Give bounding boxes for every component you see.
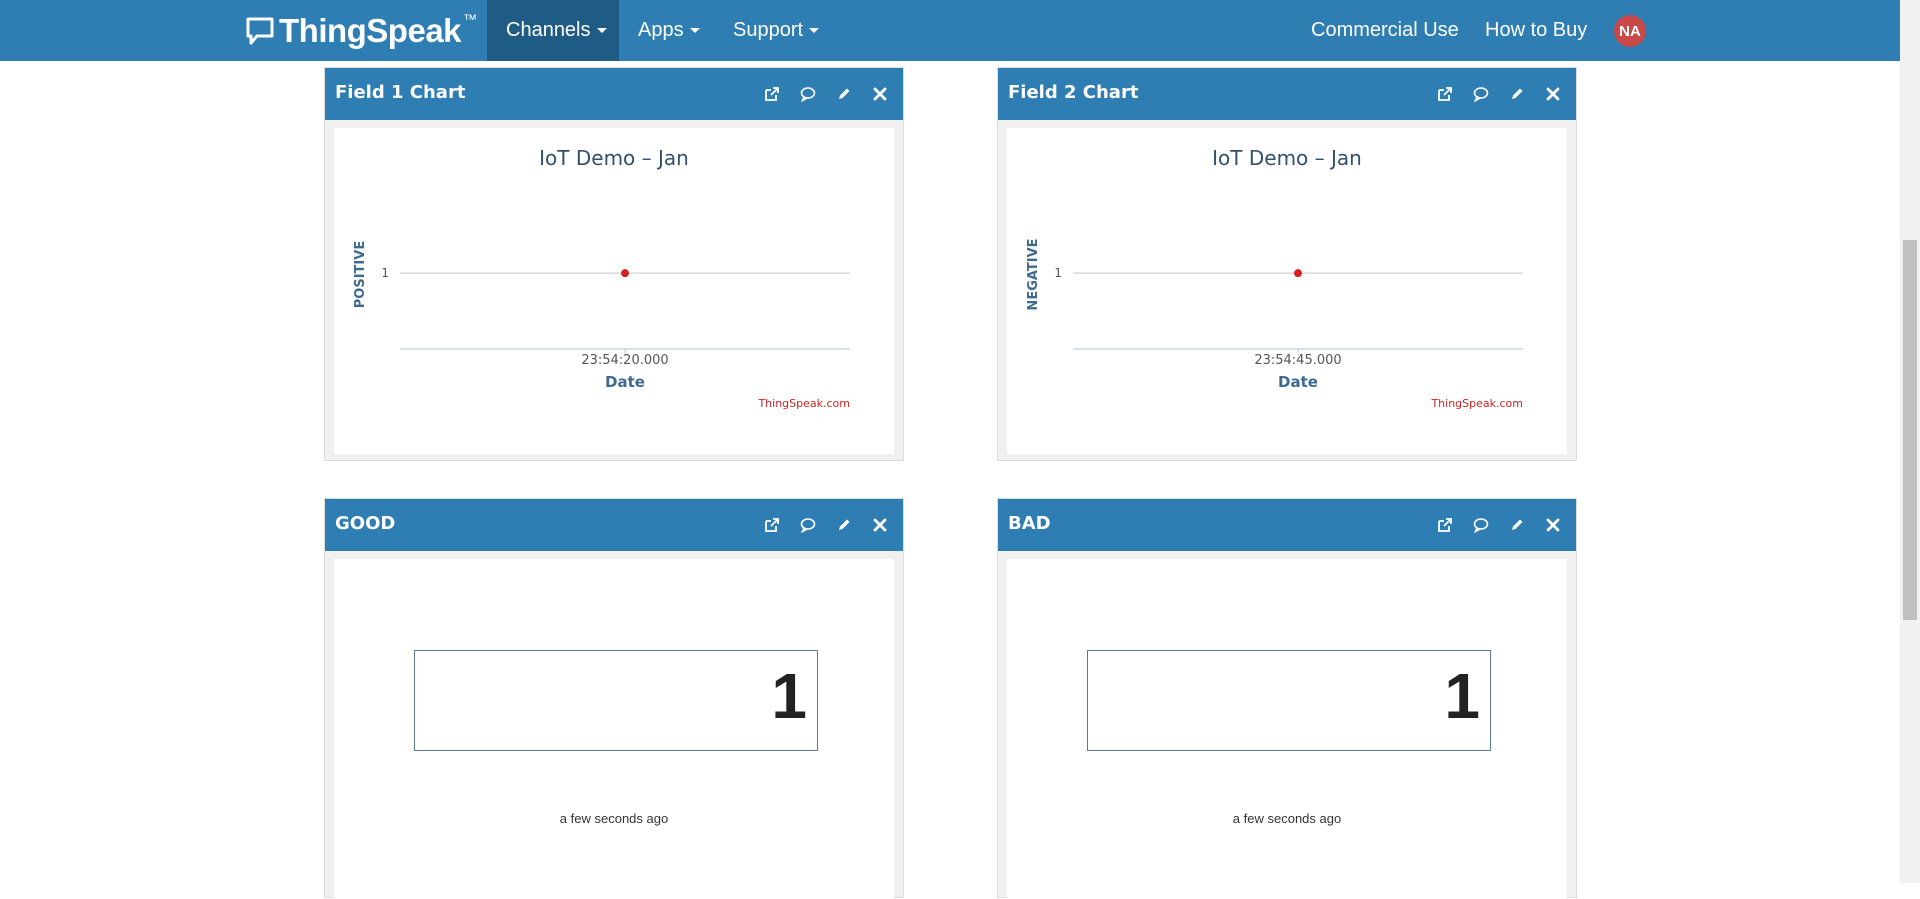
data-point xyxy=(621,269,629,278)
nav-commercial-use-label: Commercial Use xyxy=(1311,19,1459,41)
numeric-display-box: 1 xyxy=(414,650,818,751)
nav-apps-label: Apps xyxy=(638,19,684,41)
close-icon[interactable] xyxy=(869,514,891,536)
nav-apps[interactable]: Apps xyxy=(619,0,719,61)
numeric-value: 1 xyxy=(1444,660,1480,732)
page-scrollbar[interactable] xyxy=(1900,0,1920,883)
external-link-icon[interactable] xyxy=(761,83,783,105)
y-axis-label: NEGATIVE xyxy=(1026,238,1041,310)
widget-title: Field 1 Chart xyxy=(335,82,466,103)
widget-header: Field 2 Chart xyxy=(998,68,1576,120)
thingspeak-logo[interactable]: ThingSpeak ™ xyxy=(245,11,477,51)
x-tick-label: 23:54:20.000 xyxy=(581,353,668,368)
chart-title: IoT Demo – Jan xyxy=(1212,146,1362,170)
comment-icon[interactable] xyxy=(797,83,819,105)
last-updated-text: a few seconds ago xyxy=(1232,811,1342,826)
pencil-icon[interactable] xyxy=(833,83,855,105)
scrollbar-thumb[interactable] xyxy=(1903,240,1917,620)
numeric-value: 1 xyxy=(771,660,807,732)
external-link-icon[interactable] xyxy=(1434,83,1456,105)
field2-chart-widget: Field 2 Chart IoT Demo – Jan 1 23:54:45.00… xyxy=(997,67,1577,461)
x-tick-label: 23:54:45.000 xyxy=(1254,353,1341,368)
comment-icon[interactable] xyxy=(797,514,819,536)
field1-chart-widget: Field 1 Chart IoT Demo – Jan 1 23:54:20.00… xyxy=(324,67,904,461)
nav-how-to-buy-label: How to Buy xyxy=(1485,19,1588,41)
nav-commercial-use[interactable]: Commercial Use xyxy=(1292,0,1478,61)
nav-support-label: Support xyxy=(733,19,804,41)
close-icon[interactable] xyxy=(1542,83,1564,105)
y-tick-label: 1 xyxy=(1054,266,1062,280)
avatar-initials: NA xyxy=(1619,22,1641,40)
brand-trademark: ™ xyxy=(463,11,478,27)
x-axis-label: Date xyxy=(1278,373,1318,391)
chart-title: IoT Demo – Jan xyxy=(539,146,689,170)
close-icon[interactable] xyxy=(1542,514,1564,536)
brand-name: ThingSpeak xyxy=(279,12,462,49)
chart-credit: ThingSpeak.com xyxy=(757,397,850,410)
chart-panel: IoT Demo – Jan 1 23:54:45.000 Date NEGATIVE T… xyxy=(1007,128,1567,454)
field2-chart: IoT Demo – Jan 1 23:54:45.000 Date NEGATIVE T… xyxy=(1026,146,1523,410)
numeric-panel: 1 a few seconds ago xyxy=(334,559,894,899)
pencil-icon[interactable] xyxy=(1506,514,1528,536)
nav-how-to-buy[interactable]: How to Buy xyxy=(1466,0,1606,61)
widget-toolbar xyxy=(761,83,891,105)
caret-down-icon xyxy=(809,28,820,33)
external-link-icon[interactable] xyxy=(761,514,783,536)
bad-numeric-widget: BAD 1 a few seconds ago xyxy=(997,498,1577,899)
caret-down-icon xyxy=(596,28,607,33)
numeric-panel: 1 a few seconds ago xyxy=(1007,559,1567,899)
comment-icon[interactable] xyxy=(1470,83,1492,105)
close-icon[interactable] xyxy=(869,83,891,105)
good-numeric-widget: GOOD 1 a few seconds ago xyxy=(324,498,904,899)
widget-toolbar xyxy=(1434,83,1564,105)
pencil-icon[interactable] xyxy=(833,514,855,536)
nav-channels[interactable]: Channels xyxy=(487,0,619,61)
pencil-icon[interactable] xyxy=(1506,83,1528,105)
widget-header: Field 1 Chart xyxy=(325,68,903,120)
comment-icon[interactable] xyxy=(1470,514,1492,536)
nav-support[interactable]: Support xyxy=(714,0,838,61)
widget-header: GOOD xyxy=(325,499,903,551)
y-tick-label: 1 xyxy=(381,266,389,280)
nav-channels-label: Channels xyxy=(506,19,591,41)
widget-title: GOOD xyxy=(335,513,396,534)
widget-toolbar xyxy=(761,514,891,536)
caret-down-icon xyxy=(689,28,700,33)
widget-toolbar xyxy=(1434,514,1564,536)
speech-bubble-icon xyxy=(246,17,274,45)
widget-header: BAD xyxy=(998,499,1576,551)
last-updated-text: a few seconds ago xyxy=(559,811,669,826)
user-avatar[interactable]: NA xyxy=(1614,15,1646,47)
numeric-display-box: 1 xyxy=(1087,650,1491,751)
y-axis-label: POSITIVE xyxy=(353,241,368,308)
data-point xyxy=(1294,269,1302,278)
field1-chart: IoT Demo – Jan 1 23:54:20.000 Date POSITIVE T… xyxy=(353,146,850,410)
chart-credit: ThingSpeak.com xyxy=(1430,397,1523,410)
widget-title: Field 2 Chart xyxy=(1008,82,1139,103)
x-axis-label: Date xyxy=(605,373,645,391)
top-navbar: ThingSpeak ™ Channels Apps Support Comme… xyxy=(0,0,1900,61)
chart-panel: IoT Demo – Jan 1 23:54:20.000 Date POSITIVE T… xyxy=(334,128,894,454)
external-link-icon[interactable] xyxy=(1434,514,1456,536)
widget-title: BAD xyxy=(1008,513,1051,534)
